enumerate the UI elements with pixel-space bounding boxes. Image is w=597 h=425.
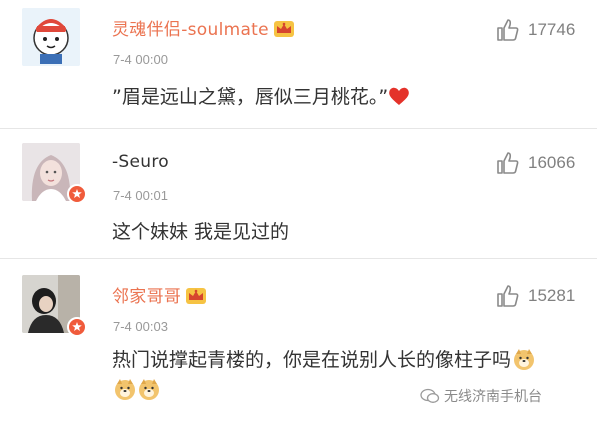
like-button[interactable]: 15281	[496, 284, 575, 308]
comment-text: ”眉是远山之黛，唇似三月桃花。”	[112, 82, 410, 112]
like-count: 17746	[528, 20, 576, 39]
watermark: 无线济南手机台	[420, 386, 542, 406]
wechat-icon	[420, 388, 440, 403]
thumbs-up-icon[interactable]	[496, 18, 520, 42]
verified-badge-icon	[67, 317, 87, 337]
watermark-text: 无线济南手机台	[444, 389, 542, 405]
comment-item: -Seuro 7-4 00:01 16066 这个妹妹 我是见过的	[0, 129, 597, 258]
thumbs-up-icon[interactable]	[496, 151, 520, 175]
doge-emoji-icon	[514, 349, 535, 370]
verified-badge-icon	[67, 184, 87, 204]
timestamp: 7-4 00:00	[113, 52, 168, 67]
doge-emoji-icon	[115, 379, 135, 400]
username[interactable]: -Seuro	[112, 152, 169, 172]
doge-emoji-icon	[139, 379, 159, 400]
like-count: 15281	[528, 286, 576, 305]
like-count: 16066	[528, 153, 576, 172]
timestamp: 7-4 00:01	[113, 188, 168, 203]
username[interactable]: 灵魂伴侣-soulmate	[112, 15, 295, 40]
heart-icon	[389, 87, 410, 105]
timestamp: 7-4 00:03	[113, 319, 168, 334]
crown-icon	[273, 21, 294, 37]
like-button[interactable]: 16066	[496, 151, 575, 175]
thumbs-up-icon[interactable]	[496, 284, 520, 308]
comment-text: 这个妹妹 我是见过的	[112, 221, 290, 243]
crown-icon	[186, 288, 207, 304]
like-button[interactable]: 17746	[496, 18, 575, 42]
avatar[interactable]	[22, 8, 80, 66]
comment-item: 灵魂伴侣-soulmate 7-4 00:00 17746 ”眉是远山之黛，唇似…	[0, 0, 597, 128]
username[interactable]: 邻家哥哥	[112, 282, 207, 307]
